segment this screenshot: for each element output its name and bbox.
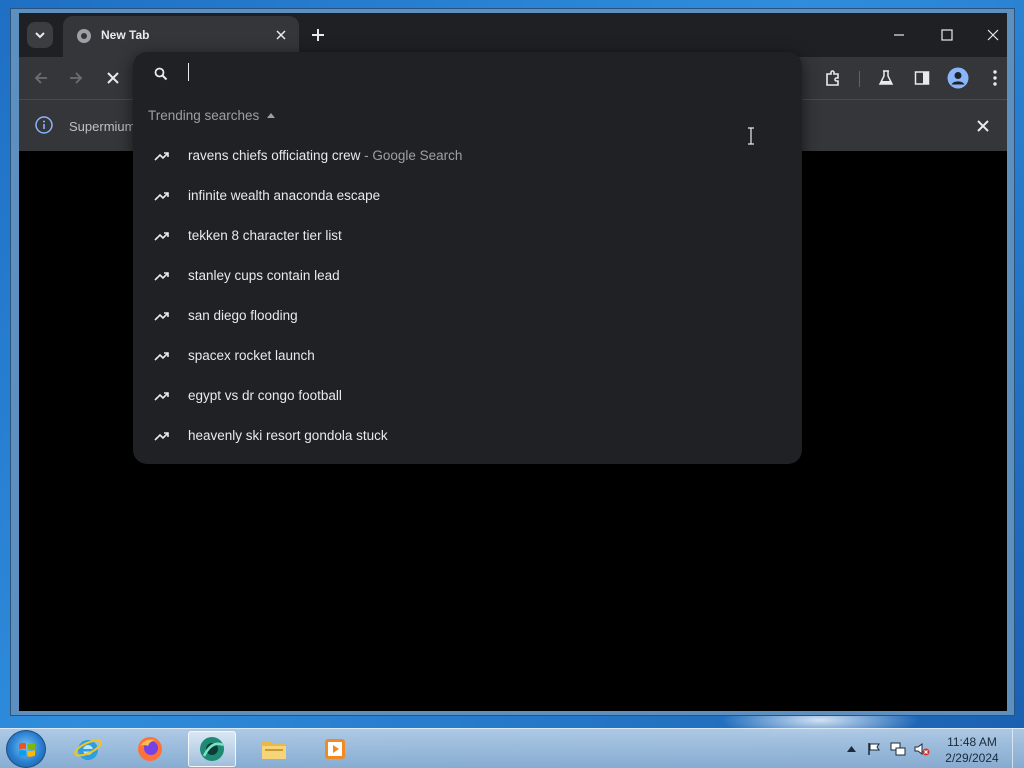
arrow-left-icon (34, 72, 47, 84)
side-panel-button[interactable] (908, 64, 936, 92)
profile-button[interactable] (944, 64, 972, 92)
extensions-button[interactable] (819, 64, 847, 92)
show-hidden-icons-button[interactable] (843, 741, 859, 757)
system-clock[interactable]: 11:48 AM 2/29/2024 (940, 734, 1004, 766)
kebab-menu-icon (993, 70, 997, 86)
tab-strip: New Tab (19, 13, 1007, 57)
plus-icon (312, 29, 324, 41)
suggestion-item[interactable]: infinite wealth anaconda escape (133, 176, 802, 216)
trending-up-icon (154, 352, 169, 361)
forward-button[interactable] (62, 64, 90, 92)
side-panel-icon (914, 71, 930, 85)
media-player-icon (325, 739, 345, 759)
info-icon (35, 116, 53, 134)
trending-up-icon (154, 432, 169, 441)
close-window-button[interactable] (979, 21, 1007, 49)
avatar-icon (947, 67, 969, 89)
stop-loading-button[interactable] (99, 64, 127, 92)
suggestion-item[interactable]: stanley cups contain lead (133, 256, 802, 296)
caret-up-icon (267, 113, 276, 118)
start-button[interactable] (6, 730, 46, 768)
suggestion-list: ravens chiefs officiating crew - Google … (133, 136, 802, 456)
taskbar-media-player[interactable] (312, 731, 360, 767)
taskbar-supermium[interactable] (188, 731, 236, 767)
trending-up-icon (154, 392, 169, 401)
suggestion-item[interactable]: heavenly ski resort gondola stuck (133, 416, 802, 456)
folder-icon (262, 742, 286, 759)
tab-new-tab[interactable]: New Tab (63, 16, 299, 57)
suggestion-text: spacex rocket launch (188, 348, 315, 363)
clock-time: 11:48 AM (947, 735, 997, 749)
labs-button[interactable] (872, 64, 900, 92)
taskbar: 11:48 AM 2/29/2024 (0, 728, 1024, 768)
minimize-icon (894, 34, 904, 36)
suggestion-item[interactable]: spacex rocket launch (133, 336, 802, 376)
network-tray[interactable] (890, 741, 906, 757)
trending-up-icon (154, 152, 169, 161)
volume-tray[interactable] (914, 741, 930, 757)
supermium-icon (200, 737, 224, 761)
search-icon (154, 67, 168, 81)
suggestion-item[interactable]: ravens chiefs officiating crew - Google … (133, 136, 802, 176)
menu-button[interactable] (981, 64, 1009, 92)
chevron-down-icon (35, 32, 45, 39)
new-tab-button[interactable] (306, 23, 330, 47)
tab-search-button[interactable] (27, 22, 53, 48)
info-bar-close-button[interactable] (969, 112, 997, 140)
suggestion-text: egypt vs dr congo football (188, 388, 342, 403)
tab-close-button[interactable] (269, 23, 293, 47)
internet-explorer-icon (74, 739, 102, 760)
taskbar-file-explorer[interactable] (250, 731, 298, 767)
trending-up-icon (154, 232, 169, 241)
maximize-icon (941, 29, 953, 41)
speaker-muted-icon (914, 743, 930, 756)
close-icon (977, 120, 989, 132)
arrow-right-icon (70, 72, 83, 84)
firefox-icon (138, 737, 162, 761)
suggestion-text: tekken 8 character tier list (188, 228, 342, 243)
trending-searches-label: Trending searches (148, 108, 260, 123)
new-tab-favicon-icon (77, 29, 91, 43)
flag-icon (868, 743, 880, 755)
flask-icon (878, 70, 894, 85)
info-bar-text: Supermium (69, 119, 136, 134)
suggestion-source: - Google Search (360, 148, 463, 163)
puzzle-piece-icon (826, 70, 839, 86)
clock-date: 2/29/2024 (945, 751, 999, 765)
network-icon (890, 742, 906, 756)
address-bar-input[interactable] (185, 60, 745, 88)
ibeam-cursor-icon (748, 127, 754, 145)
trending-searches-header[interactable]: Trending searches (148, 108, 276, 123)
suggestion-text: san diego flooding (188, 308, 298, 323)
close-icon (107, 72, 119, 84)
action-center-tray[interactable] (866, 741, 882, 757)
tab-title: New Tab (101, 28, 150, 42)
trending-up-icon (154, 192, 169, 201)
taskbar-firefox[interactable] (126, 731, 174, 767)
back-button[interactable] (27, 64, 55, 92)
suggestion-item[interactable]: egypt vs dr congo football (133, 376, 802, 416)
caret-up-icon (846, 746, 856, 752)
suggestion-text: ravens chiefs officiating crew - Google … (188, 148, 463, 163)
suggestion-item[interactable]: tekken 8 character tier list (133, 216, 802, 256)
suggestion-item[interactable]: san diego flooding (133, 296, 802, 336)
show-desktop-button[interactable] (1012, 729, 1024, 768)
omnibox-dropdown: Trending searches ravens chiefs officiat… (133, 52, 802, 464)
trending-up-icon (154, 272, 169, 281)
trending-up-icon (154, 312, 169, 321)
taskbar-internet-explorer[interactable] (64, 731, 112, 767)
windows-logo-icon (19, 742, 35, 757)
suggestion-text: infinite wealth anaconda escape (188, 188, 381, 203)
close-icon (987, 29, 999, 41)
suggestion-text: stanley cups contain lead (188, 268, 340, 283)
close-icon (276, 30, 286, 40)
minimize-button[interactable] (885, 21, 913, 49)
suggestion-text: heavenly ski resort gondola stuck (188, 428, 388, 443)
toolbar-divider (859, 71, 860, 87)
maximize-button[interactable] (933, 21, 961, 49)
text-caret (188, 63, 189, 81)
